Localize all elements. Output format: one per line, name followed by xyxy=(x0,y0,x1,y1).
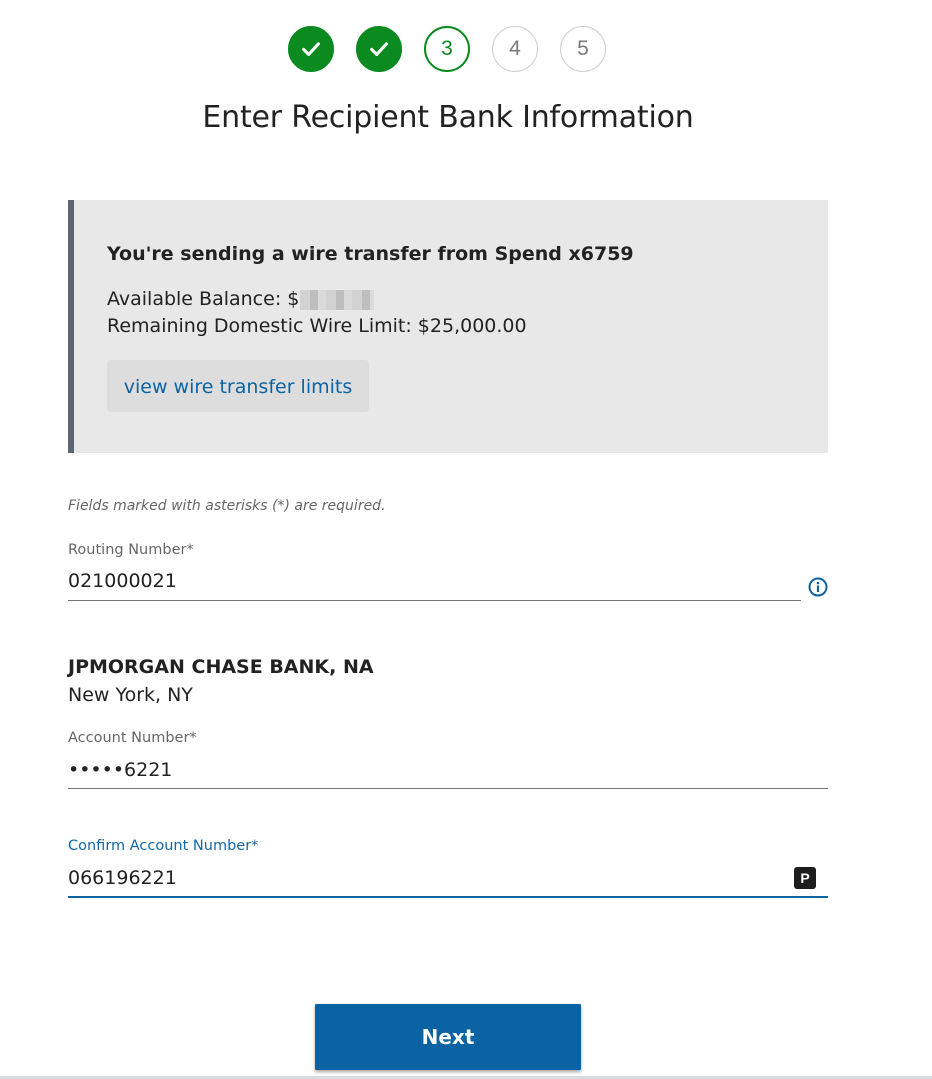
source-account-text: You're sending a wire transfer from Spen… xyxy=(107,243,634,265)
available-balance-label: Available Balance: $ xyxy=(107,288,300,310)
page-title: Enter Recipient Bank Information xyxy=(202,100,694,135)
routing-number-label: Routing Number* xyxy=(68,542,194,558)
routing-number-input[interactable]: 021000021 xyxy=(68,570,788,592)
confirm-account-number-underline xyxy=(68,896,828,898)
wire-info-panel: You're sending a wire transfer from Spen… xyxy=(68,200,828,453)
bank-city: New York, NY xyxy=(68,684,193,706)
domestic-wire-limit: Remaining Domestic Wire Limit: $25,000.0… xyxy=(107,315,527,337)
step-2-complete xyxy=(356,26,402,72)
redacted-balance xyxy=(300,289,375,310)
required-fields-note: Fields marked with asterisks (*) are req… xyxy=(68,498,386,514)
confirm-account-number-label: Confirm Account Number* xyxy=(68,838,259,854)
routing-number-underline xyxy=(68,600,801,601)
check-icon xyxy=(370,42,388,57)
step-5: 5 xyxy=(560,26,606,72)
view-wire-limits-button[interactable]: view wire transfer limits xyxy=(107,360,369,412)
account-number-underline xyxy=(68,788,828,789)
bank-name: JPMORGAN CHASE BANK, NA xyxy=(68,656,374,678)
available-balance: Available Balance: $ xyxy=(107,288,375,310)
check-icon xyxy=(302,42,320,57)
step-4: 4 xyxy=(492,26,538,72)
next-button[interactable]: Next xyxy=(315,1004,581,1070)
info-icon[interactable] xyxy=(808,577,828,597)
password-manager-icon[interactable]: P xyxy=(794,867,816,889)
progress-stepper: 3 4 5 xyxy=(288,26,606,72)
account-number-label: Account Number* xyxy=(68,730,197,746)
account-number-input[interactable]: •••••6221 xyxy=(68,759,808,781)
confirm-account-number-input[interactable]: 066196221 xyxy=(68,867,768,889)
step-1-complete xyxy=(288,26,334,72)
step-3-current: 3 xyxy=(424,26,470,72)
